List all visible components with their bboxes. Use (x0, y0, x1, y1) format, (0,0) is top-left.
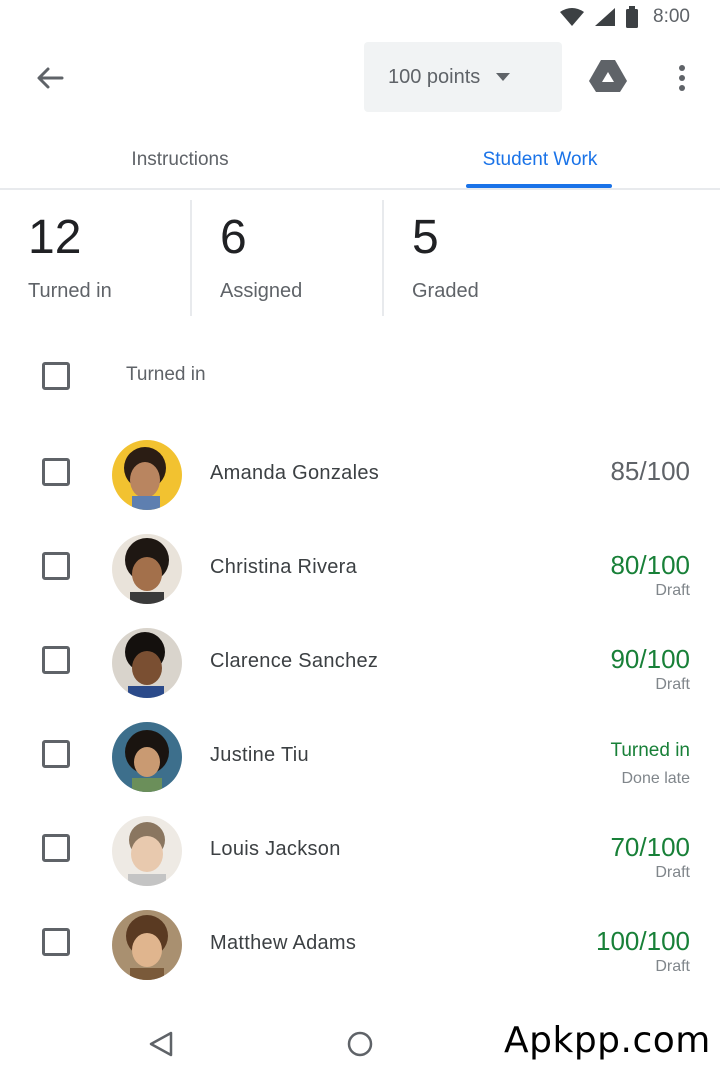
status-time: 8:00 (653, 6, 690, 27)
points-dropdown[interactable]: 100 points (364, 42, 562, 112)
circle-home-icon (347, 1031, 373, 1057)
student-avatar (112, 534, 182, 604)
signal-icon (595, 8, 616, 26)
stat-turned-in: 12 Turned in (0, 200, 190, 320)
tab-divider (0, 188, 720, 190)
stat-label: Assigned (220, 280, 303, 302)
student-row-amanda-gonzales[interactable]: Amanda Gonzales 85/100 (0, 436, 720, 530)
tab-instructions[interactable]: Instructions (0, 130, 360, 190)
stat-value: 12 (28, 211, 82, 264)
stat-value: 6 (220, 211, 247, 264)
stat-graded: 5 Graded (384, 200, 574, 320)
wifi-icon (560, 8, 585, 26)
row-checkbox[interactable] (42, 834, 70, 862)
student-row-matthew-adams[interactable]: Matthew Adams 100/100 Draft (0, 906, 720, 1000)
student-avatar (112, 910, 182, 980)
student-row-clarence-sanchez[interactable]: Clarence Sanchez 90/100 Draft (0, 624, 720, 718)
watermark-text: Apkpp.com (504, 1020, 711, 1061)
google-drive-icon (589, 60, 627, 92)
drive-button[interactable] (584, 56, 632, 96)
tab-student-work[interactable]: Student Work (360, 130, 720, 190)
row-checkbox[interactable] (42, 458, 70, 486)
student-grade: 100/100 (596, 926, 690, 956)
status-bar: 8:00 (0, 0, 720, 36)
arrow-left-icon (37, 67, 64, 89)
battery-icon (626, 6, 639, 28)
student-grade-status: Done late (621, 770, 691, 787)
student-row-christina-rivera[interactable]: Christina Rivera 80/100 Draft (0, 530, 720, 624)
student-name: Amanda Gonzales (210, 462, 380, 484)
student-name: Justine Tiu (210, 744, 309, 766)
student-grade: 70/100 (610, 832, 690, 862)
student-grade: Turned in (610, 740, 690, 761)
student-avatar (112, 628, 182, 698)
stat-value: 5 (412, 211, 439, 264)
stat-label: Turned in (28, 280, 112, 302)
nav-home-button[interactable] (346, 1030, 374, 1063)
student-row-justine-tiu[interactable]: Justine Tiu Turned in Done late (0, 718, 720, 812)
student-grade: 80/100 (610, 550, 690, 580)
row-checkbox[interactable] (42, 646, 70, 674)
student-avatar (112, 722, 182, 792)
stat-label: Graded (412, 280, 479, 302)
student-grade-status: Draft (655, 958, 690, 975)
row-checkbox[interactable] (42, 928, 70, 956)
points-label: 100 points (388, 65, 481, 88)
student-avatar (112, 816, 182, 886)
student-grade-status: Draft (655, 676, 690, 693)
caret-down-icon (496, 73, 511, 81)
list-header-label: Turned in (126, 364, 206, 385)
status-icons: 8:00 (559, 6, 690, 28)
stat-assigned: 6 Assigned (192, 200, 382, 320)
row-checkbox[interactable] (42, 740, 70, 768)
nav-back-button[interactable] (148, 1030, 174, 1063)
select-all-checkbox[interactable] (42, 362, 70, 390)
student-name: Matthew Adams (210, 932, 357, 954)
student-grade-status: Draft (655, 582, 690, 599)
student-name: Clarence Sanchez (210, 650, 379, 672)
student-name: Christina Rivera (210, 556, 358, 578)
student-avatar (112, 440, 182, 510)
more-options-button[interactable] (664, 58, 700, 98)
student-name: Louis Jackson (210, 838, 341, 860)
student-grade-status: Draft (655, 864, 690, 881)
student-grade: 85/100 (610, 456, 690, 486)
row-checkbox[interactable] (42, 552, 70, 580)
triangle-back-icon (149, 1031, 173, 1057)
more-vert-icon (679, 65, 685, 91)
student-row-louis-jackson[interactable]: Louis Jackson 70/100 Draft (0, 812, 720, 906)
student-grade: 90/100 (610, 644, 690, 674)
back-button[interactable] (28, 60, 72, 96)
